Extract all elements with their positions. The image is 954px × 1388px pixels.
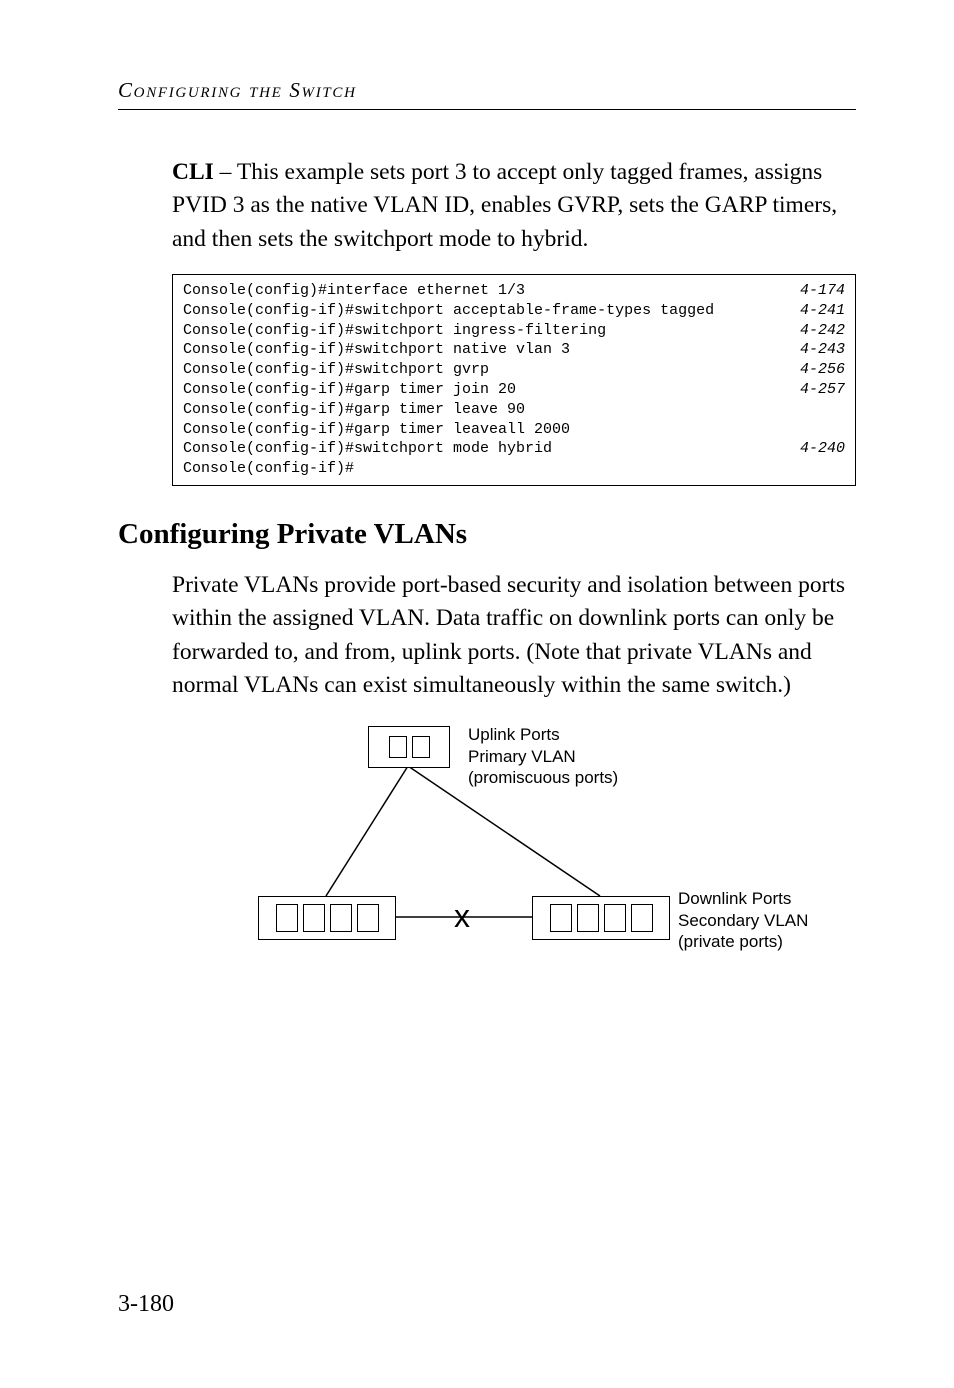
code-command: Console(config-if)# — [183, 459, 354, 479]
downlink-portbox-left — [258, 896, 396, 940]
code-line: Console(config-if)#garp timer leaveall 2… — [183, 420, 845, 440]
downlink-label-line3: (private ports) — [678, 932, 783, 951]
downlink-label-line2: Secondary VLAN — [678, 911, 808, 930]
vlan-diagram: x Uplink Ports Primary VLAN (promiscuous… — [258, 724, 878, 964]
code-command: Console(config-if)#switchport acceptable… — [183, 301, 714, 321]
uplink-label-line3: (promiscuous ports) — [468, 768, 618, 787]
port-square — [357, 904, 379, 932]
code-page-ref: 4-257 — [788, 380, 845, 400]
code-page-ref: 4-256 — [788, 360, 845, 380]
downlink-label-line1: Downlink Ports — [678, 889, 791, 908]
uplink-portbox — [368, 726, 450, 768]
code-line: Console(config-if)#switchport gvrp 4-256 — [183, 360, 845, 380]
code-command: Console(config-if)#switchport native vla… — [183, 340, 570, 360]
code-line: Console(config-if)# — [183, 459, 845, 479]
port-square — [604, 904, 626, 932]
code-page-ref — [833, 400, 845, 420]
page-number: 3-180 — [118, 1291, 174, 1318]
cli-code-block: Console(config)#interface ethernet 1/3 4-… — [172, 274, 856, 486]
downlink-portbox-right — [532, 896, 670, 940]
code-command: Console(config-if)#switchport gvrp — [183, 360, 489, 380]
code-page-ref: 4-243 — [788, 340, 845, 360]
code-command: Console(config-if)#garp timer leave 90 — [183, 400, 525, 420]
x-mark: x — [454, 898, 470, 935]
code-line: Console(config)#interface ethernet 1/3 4-… — [183, 281, 845, 301]
code-line: Console(config-if)#garp timer leave 90 — [183, 400, 845, 420]
port-square — [550, 904, 572, 932]
code-page-ref: 4-242 — [788, 321, 845, 341]
section-paragraph: Private VLANs provide port-based securit… — [118, 569, 856, 702]
code-page-ref: 4-174 — [788, 281, 845, 301]
code-line: Console(config-if)#switchport ingress-fi… — [183, 321, 845, 341]
code-page-ref — [833, 420, 845, 440]
code-command: Console(config-if)#switchport mode hybri… — [183, 439, 552, 459]
section-heading: Configuring Private VLANs — [118, 518, 856, 551]
header-rule — [118, 109, 856, 110]
running-head: Configuring the Switch — [118, 78, 856, 103]
code-line: Console(config-if)#garp timer join 20 4-2… — [183, 380, 845, 400]
code-line: Console(config-if)#switchport native vla… — [183, 340, 845, 360]
code-command: Console(config)#interface ethernet 1/3 — [183, 281, 525, 301]
port-square — [389, 736, 407, 758]
code-page-ref — [833, 459, 845, 479]
port-square — [330, 904, 352, 932]
code-page-ref: 4-241 — [788, 301, 845, 321]
code-page-ref: 4-240 — [788, 439, 845, 459]
code-line: Console(config-if)#switchport mode hybri… — [183, 439, 845, 459]
port-square — [631, 904, 653, 932]
uplink-label-line1: Uplink Ports — [468, 725, 560, 744]
downlink-label: Downlink Ports Secondary VLAN (private p… — [678, 888, 808, 952]
port-square — [276, 904, 298, 932]
port-square — [303, 904, 325, 932]
intro-paragraph: CLI – This example sets port 3 to accept… — [118, 156, 856, 256]
code-command: Console(config-if)#garp timer leaveall 2… — [183, 420, 570, 440]
code-line: Console(config-if)#switchport acceptable… — [183, 301, 845, 321]
uplink-label: Uplink Ports Primary VLAN (promiscuous p… — [468, 724, 618, 788]
code-command: Console(config-if)#switchport ingress-fi… — [183, 321, 606, 341]
code-command: Console(config-if)#garp timer join 20 — [183, 380, 516, 400]
uplink-label-line2: Primary VLAN — [468, 747, 576, 766]
port-square — [577, 904, 599, 932]
port-square — [412, 736, 430, 758]
